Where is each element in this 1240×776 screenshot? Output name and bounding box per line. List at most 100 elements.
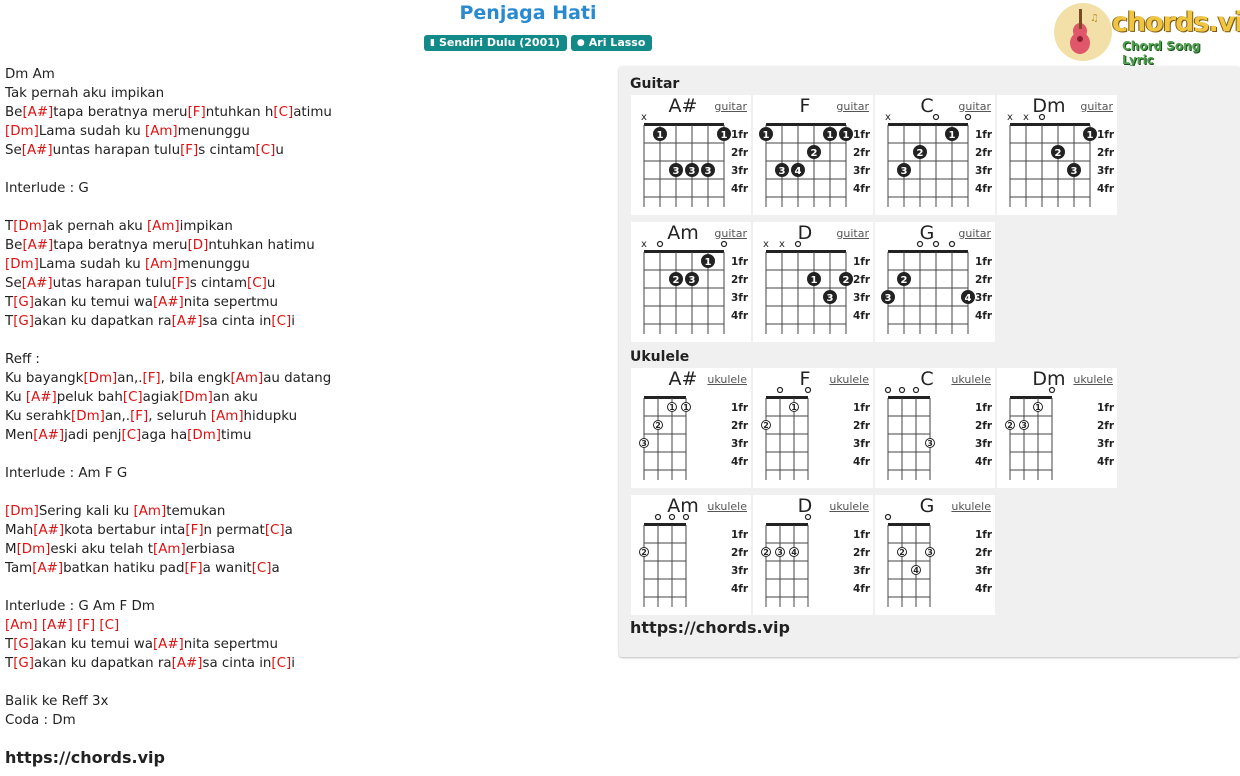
fret-label: 4fr: [975, 310, 993, 322]
finger-dot: 3: [881, 290, 895, 304]
chord-tag[interactable]: [C]: [247, 276, 267, 291]
lyric-text: akan ku dapatkan ra: [34, 656, 172, 671]
chord-tag[interactable]: [G]: [13, 314, 34, 329]
finger-number: 1: [721, 130, 728, 141]
chord-tag[interactable]: [A#]: [172, 656, 203, 671]
fret-label: 1fr: [975, 129, 993, 141]
chord-tag[interactable]: [Am]: [211, 409, 244, 424]
open-string-marker: [794, 240, 802, 248]
chord-tag[interactable]: [G]: [13, 637, 34, 652]
chord-diagram: 1fr 2fr 3fr 4fr 1 2: [761, 386, 871, 480]
finger-dot: 3: [701, 163, 715, 177]
chord-tag[interactable]: [A#]: [22, 276, 53, 291]
chord-tag[interactable]: [G]: [13, 656, 34, 671]
chord-tag[interactable]: [C]: [256, 143, 276, 158]
chord-tag[interactable]: [A#]: [153, 295, 184, 310]
chord-tag[interactable]: [F]: [185, 523, 203, 538]
guitar-chord-card[interactable]: Am guitar x 1fr 2fr 3fr 4fr 1 2 3: [631, 222, 751, 342]
chord-tag[interactable]: [A#]: [33, 523, 64, 538]
chord-tag[interactable]: [Dm]: [179, 390, 213, 405]
chord-tag[interactable]: [Am]: [153, 542, 186, 557]
lyric-text: sa cinta in: [202, 656, 272, 671]
finger-dot: 3: [775, 547, 785, 557]
finger-number: 3: [777, 548, 783, 557]
ukulele-chord-card[interactable]: Dm ukulele 1fr 2fr 3fr 4fr 1 2 3: [997, 368, 1117, 488]
finger-number: 1: [763, 130, 770, 141]
guitar-chord-card[interactable]: Dguitar x x 1fr 2fr 3fr 4fr 1 2 3: [753, 222, 873, 342]
ukulele-chord-card[interactable]: Dukulele 1fr 2fr 3fr 4fr 2 3 4: [753, 495, 873, 615]
chord-tag[interactable]: [F]: [130, 409, 148, 424]
guitar-chord-card[interactable]: Fguitar 1fr 2fr 3fr 4fr 1 1 1 2 3 4: [753, 95, 873, 215]
chord-tag[interactable]: [G]: [13, 295, 34, 310]
chord-tag[interactable]: [Am]: [147, 219, 180, 234]
chord-tag[interactable]: [F]: [180, 143, 198, 158]
ukulele-chord-card[interactable]: Fukulele 1fr 2fr 3fr 4fr 1 2: [753, 368, 873, 488]
chord-tag[interactable]: [C]: [273, 105, 293, 120]
chord-tag[interactable]: [Am]: [134, 504, 167, 519]
finger-dot: 1: [1033, 402, 1043, 412]
album-label: Sendiri Dulu (2001): [438, 36, 560, 49]
guitar-section-label: Guitar: [630, 76, 680, 92]
chord-diagram: xx 1fr 2fr 3fr 4fr 1 23: [763, 239, 871, 334]
chord-tag[interactable]: [Am]: [145, 257, 178, 272]
chord-tag[interactable]: [A#]: [22, 238, 53, 253]
chord-tag[interactable]: [A#]: [26, 390, 57, 405]
chord-tag[interactable]: [A#]: [22, 143, 53, 158]
chord-tag[interactable]: [Dm]: [13, 219, 47, 234]
site-logo[interactable]: ♫ chords.vip Chord Song Lyric: [1054, 3, 1240, 67]
footer-url[interactable]: https://chords.vip: [5, 748, 165, 767]
guitar-chord-card[interactable]: Cguitar x 1fr 2fr 3fr 4fr 1 2 3: [875, 95, 995, 215]
guitar-chord-card[interactable]: Gguitar 1fr 2fr 3fr 4fr 2 3 4: [875, 222, 995, 342]
chord-tag[interactable]: [F]: [184, 561, 202, 576]
chord-tag[interactable]: [C]: [265, 523, 285, 538]
fret-label: 2fr: [853, 274, 871, 286]
chord-tag[interactable]: [A#]: [153, 637, 184, 652]
ukulele-chord-card[interactable]: Cukulele 1fr 2fr 3fr 4fr 3: [875, 368, 995, 488]
chord-tag[interactable]: [Am]: [145, 124, 178, 139]
finger-dot: 2: [761, 547, 771, 557]
chord-tag[interactable]: [A#]: [33, 428, 64, 443]
guitar-chord-card[interactable]: A# guitar x 1fr 2fr 3fr 4fr 1 1 3 3 3: [631, 95, 751, 215]
chord-tag[interactable]: [A#]: [22, 105, 53, 120]
lyric-text: Men: [5, 428, 34, 443]
album-badge[interactable]: ▮ Sendiri Dulu (2001): [424, 35, 567, 51]
finger-dot: 2: [1005, 420, 1015, 430]
artist-badge[interactable]: ● Ari Lasso: [570, 35, 653, 51]
chord-tag[interactable]: [Dm]: [17, 542, 51, 557]
lyric-text: ntuhkan hatimu: [208, 238, 315, 253]
fret-label: 4fr: [731, 183, 749, 195]
lyric-text: a wanit: [202, 561, 252, 576]
chord-tag[interactable]: [D]: [188, 238, 209, 253]
lyric-text: T: [5, 656, 14, 671]
chord-tag[interactable]: [Dm]: [5, 124, 39, 139]
chord-tag[interactable]: [C]: [271, 656, 291, 671]
chord-tag[interactable]: [C]: [121, 428, 141, 443]
chord-tag[interactable]: [Dm]: [5, 504, 39, 519]
chord-tag[interactable]: [A#]: [172, 314, 203, 329]
lyric-text: Reff :: [5, 352, 40, 367]
chord-tag[interactable]: [F]: [142, 371, 160, 386]
chord-tag[interactable]: [F]: [172, 276, 190, 291]
ukulele-chord-card[interactable]: Gukulele 1fr 2fr 3fr 4fr 2 3 4: [875, 495, 995, 615]
chord-tag[interactable]: [Dm]: [71, 409, 105, 424]
chord-tag[interactable]: [C]: [252, 561, 272, 576]
lyric-text: utas harapan tulu: [52, 276, 172, 291]
lyric-text: jadi penj: [64, 428, 122, 443]
chord-tag[interactable]: [F]: [188, 105, 206, 120]
finger-number: 2: [763, 548, 769, 557]
chord-tag[interactable]: [Dm]: [5, 257, 39, 272]
lyrics-body: Dm Am Tak pernah aku impikan Be[A#]tapa be…: [5, 65, 605, 730]
panel-url[interactable]: https://chords.vip: [630, 618, 790, 637]
chord-tag[interactable]: [Dm]: [187, 428, 221, 443]
chord-tag[interactable]: [A#]: [32, 561, 63, 576]
guitar-chord-card[interactable]: Dm guitar x x 1fr 2fr 3fr 4fr 1 2 3: [997, 95, 1117, 215]
ukulele-chord-card[interactable]: A# ukulele 1fr 2fr 3fr 4fr 1 1 2 3: [631, 368, 751, 488]
finger-number: 2: [843, 275, 850, 286]
finger-number: 1: [683, 403, 689, 412]
chord-tag[interactable]: [Dm]: [83, 371, 117, 386]
chord-tag[interactable]: [Am]: [231, 371, 264, 386]
chord-tag[interactable]: [Am] [A#] [F] [C]: [5, 618, 119, 633]
chord-tag[interactable]: [C]: [123, 390, 143, 405]
ukulele-chord-card[interactable]: Am ukulele 1fr 2fr 3fr 4fr 2: [631, 495, 751, 615]
chord-tag[interactable]: [C]: [271, 314, 291, 329]
